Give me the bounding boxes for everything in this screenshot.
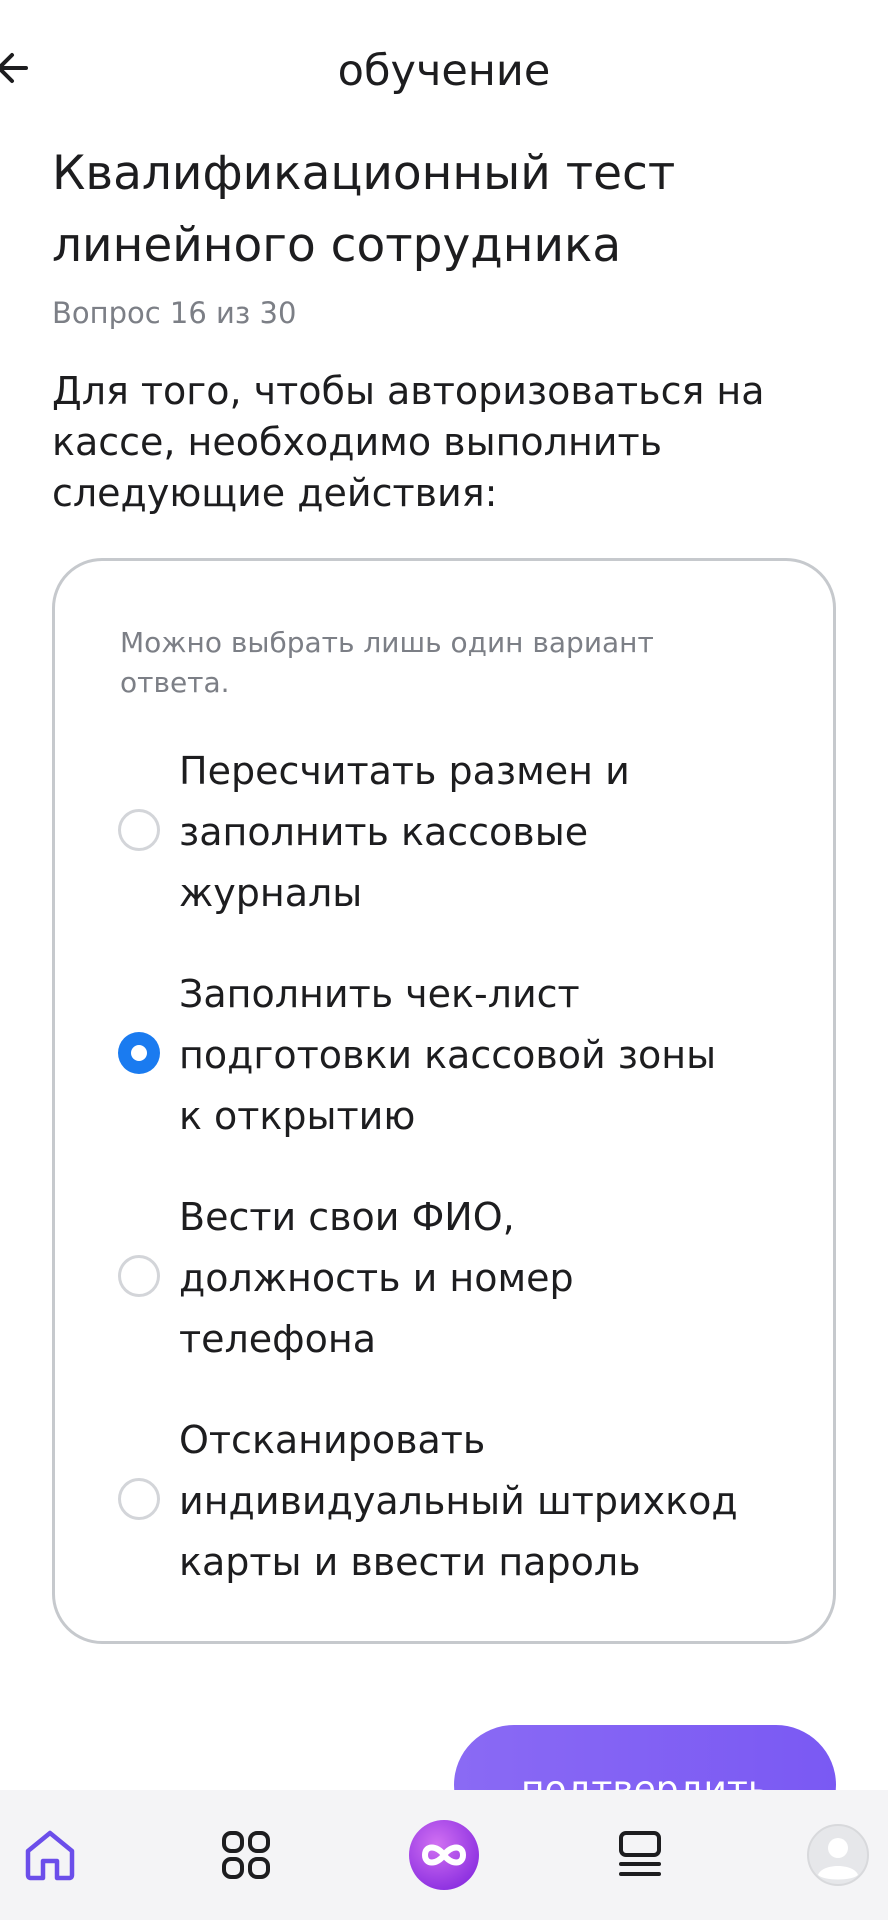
nav-center-logo[interactable] (384, 1790, 504, 1920)
nav-profile[interactable] (778, 1790, 888, 1920)
question-text: Для того, чтобы авторизоваться на кассе,… (52, 366, 842, 519)
grid-icon (222, 1831, 270, 1879)
answer-label-line: к открытию (179, 1094, 416, 1138)
profile-avatar-icon (807, 1824, 869, 1886)
answer-label-line: Заполнить чек-лист (179, 972, 580, 1016)
answer-option-3[interactable]: Вести свои ФИО, должность и номер телефо… (55, 1187, 835, 1373)
test-title-line: линейного сотрудника (52, 218, 622, 273)
nav-home[interactable] (0, 1790, 110, 1920)
answer-label-line: Отсканировать (179, 1418, 486, 1462)
page-title: обучение (337, 46, 551, 96)
answer-label-line: телефона (179, 1317, 377, 1361)
answer-label-line: журналы (179, 871, 363, 915)
answer-label: Отсканировать индивидуальный штрихкод ка… (179, 1410, 779, 1593)
answer-option-1[interactable]: Пересчитать размен и заполнить кассовые … (55, 741, 835, 927)
radio-button[interactable] (118, 809, 160, 851)
question-line: кассе, необходимо выполнить (52, 420, 663, 464)
radio-button[interactable] (118, 1255, 160, 1297)
answer-label-line: индивидуальный штрихкод (179, 1479, 738, 1523)
answer-label: Заполнить чек-лист подготовки кассовой з… (179, 964, 779, 1147)
answer-label-line: Вести свои ФИО, (179, 1195, 515, 1239)
selection-hint: Можно выбрать лишь один вариант ответа. (120, 623, 720, 703)
test-title-line: Квалификационный тест (52, 146, 676, 201)
radio-button-selected[interactable] (118, 1032, 160, 1074)
question-line: Для того, чтобы авторизоваться на (52, 369, 765, 413)
answer-label-line: заполнить кассовые (179, 810, 589, 854)
answer-label-line: Пересчитать размен и (179, 749, 630, 793)
hint-line: Можно выбрать лишь один вариант (120, 626, 654, 659)
answer-label: Вести свои ФИО, должность и номер телефо… (179, 1187, 779, 1370)
catalog-icon (619, 1831, 661, 1876)
infinity-logo-icon (409, 1820, 479, 1890)
nav-courses[interactable] (580, 1790, 700, 1920)
question-line: следующие действия: (52, 471, 498, 515)
nav-catalog-grid[interactable] (186, 1790, 306, 1920)
answer-option-2[interactable]: Заполнить чек-лист подготовки кассовой з… (55, 964, 835, 1150)
answers-card: Можно выбрать лишь один вариант ответа. … (52, 558, 836, 1644)
radio-button[interactable] (118, 1478, 160, 1520)
answer-label-line: подготовки кассовой зоны (179, 1033, 717, 1077)
answer-label-line: должность и номер (179, 1256, 574, 1300)
test-title: Квалификационный тест линейного сотрудни… (52, 138, 832, 282)
bottom-navigation (0, 1790, 888, 1920)
answer-option-4[interactable]: Отсканировать индивидуальный штрихкод ка… (55, 1410, 835, 1596)
answer-label: Пересчитать размен и заполнить кассовые … (179, 741, 779, 924)
question-counter: Вопрос 16 из 30 (52, 296, 297, 330)
hint-line: ответа. (120, 666, 230, 699)
top-bar: обучение (0, 0, 888, 150)
answer-label-line: карты и ввести пароль (179, 1540, 641, 1584)
home-icon (25, 1830, 75, 1881)
